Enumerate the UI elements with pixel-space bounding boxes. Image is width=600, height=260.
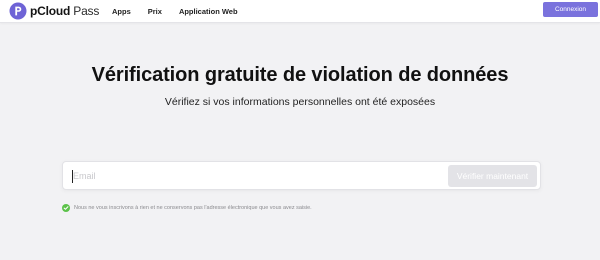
- text-caret: [72, 170, 73, 183]
- login-button[interactable]: Connexion: [543, 2, 598, 17]
- privacy-notice: Nous ne vous inscrivons à rien et ne con…: [62, 204, 312, 212]
- nav-item-apps[interactable]: Apps: [112, 7, 131, 16]
- main-nav: Apps Prix Application Web: [112, 0, 255, 22]
- email-check-form: Vérifier maintenant: [62, 161, 541, 190]
- check-circle-icon: [62, 204, 70, 212]
- logo[interactable]: pCloud Pass: [9, 2, 99, 20]
- logo-text: pCloud Pass: [30, 2, 99, 20]
- privacy-notice-text: Nous ne vous inscrivons à rien et ne con…: [74, 205, 312, 211]
- logo-text-bold: pCloud: [30, 4, 71, 18]
- email-input[interactable]: [71, 166, 441, 186]
- nav-item-prix[interactable]: Prix: [148, 7, 162, 16]
- logo-text-light: Pass: [70, 4, 100, 18]
- verify-now-button[interactable]: Vérifier maintenant: [448, 165, 537, 187]
- top-header: pCloud Pass Apps Prix Application Web Co…: [0, 0, 600, 23]
- page-title: Vérification gratuite de violation de do…: [91, 64, 509, 86]
- pcloud-pass-logo-icon: [9, 2, 27, 20]
- nav-item-application-web[interactable]: Application Web: [179, 7, 238, 16]
- page-subtitle: Vérifiez si vos informations personnelle…: [164, 96, 436, 108]
